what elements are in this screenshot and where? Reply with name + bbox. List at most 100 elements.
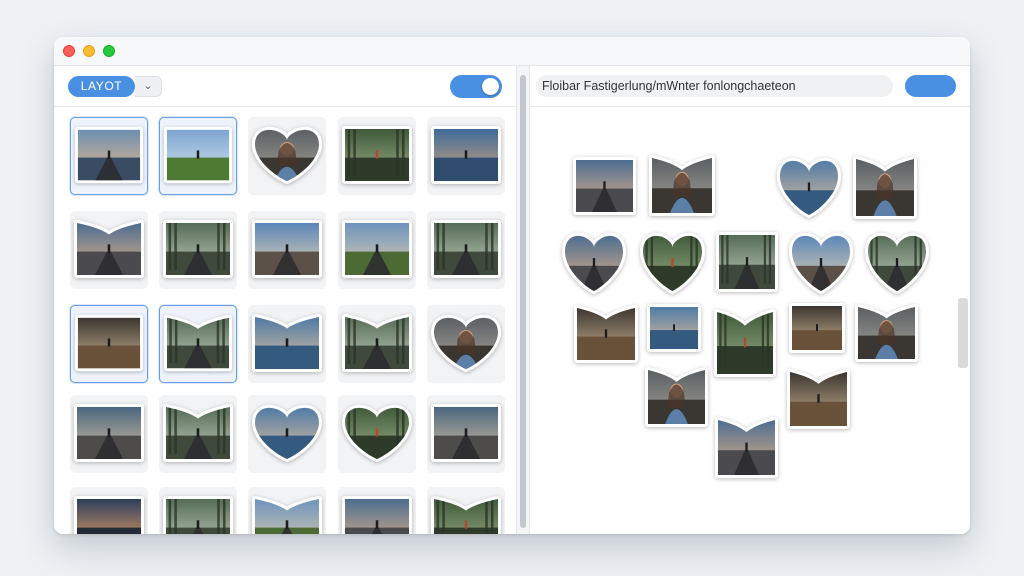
app-window: LAYOT ⌄ Floibar Fastigerlung/mWnter fonl…	[54, 37, 970, 534]
thumbnail-photo[interactable]	[74, 220, 144, 278]
photo-thumbnail[interactable]	[70, 305, 148, 383]
thumbnail-photo[interactable]	[74, 126, 144, 184]
path-field[interactable]: Floibar Fastigerlung/mWnter fonlongchaet…	[536, 75, 893, 97]
collage-tile[interactable]	[716, 232, 778, 292]
collage-tile[interactable]	[649, 155, 715, 216]
photo-thumbnail[interactable]	[338, 305, 416, 383]
minimize-window-button[interactable]	[83, 45, 95, 57]
thumbnail-image	[74, 220, 144, 278]
layout-button[interactable]: LAYOT	[68, 76, 135, 97]
collage-tile[interactable]	[853, 156, 917, 219]
thumbnail-photo[interactable]	[252, 220, 322, 278]
photo-thumbnail[interactable]	[338, 117, 416, 195]
photo-thumbnail[interactable]	[70, 117, 148, 195]
photo-thumbnail[interactable]	[159, 211, 237, 289]
thumbnail-image	[163, 220, 233, 278]
collage-tile[interactable]	[789, 232, 853, 294]
thumbnail-image	[342, 314, 412, 372]
thumbnail-photo[interactable]	[431, 314, 501, 372]
photo-thumbnail[interactable]	[159, 395, 237, 473]
thumbnail-image	[252, 126, 322, 184]
thumbnail-photo[interactable]	[252, 404, 322, 462]
thumbnail-photo[interactable]	[163, 126, 233, 184]
photo-thumbnail[interactable]	[427, 117, 505, 195]
thumbnail-photo[interactable]	[74, 314, 144, 372]
thumbnail-photo[interactable]	[342, 314, 412, 372]
thumbnail-image	[74, 404, 144, 462]
photo-thumbnail[interactable]	[159, 117, 237, 195]
thumbnail-image	[342, 126, 412, 184]
collage-tile[interactable]	[715, 417, 778, 478]
thumbnail-image	[342, 404, 412, 462]
thumbnail-photo[interactable]	[342, 496, 412, 534]
apply-button[interactable]	[905, 75, 956, 97]
thumbnail-photo[interactable]	[163, 404, 233, 462]
thumbnail-image	[252, 404, 322, 462]
collage-tile[interactable]	[789, 303, 845, 353]
thumbnail-photo[interactable]	[252, 314, 322, 372]
thumbnail-image	[431, 404, 501, 462]
thumbnail-photo[interactable]	[74, 404, 144, 462]
collage-preview-pane: Floibar Fastigerlung/mWnter fonlongchaet…	[530, 66, 970, 534]
photo-thumbnail[interactable]	[248, 395, 326, 473]
collage-tile[interactable]	[573, 157, 636, 215]
photo-thumbnail[interactable]	[248, 305, 326, 383]
close-window-button[interactable]	[63, 45, 75, 57]
thumbnail-image	[431, 496, 501, 534]
thumbnail-image	[163, 496, 233, 534]
thumbnail-photo[interactable]	[431, 126, 501, 184]
thumbnail-photo[interactable]	[342, 126, 412, 184]
photo-library-pane: LAYOT ⌄	[54, 66, 516, 534]
preview-toolbar: Floibar Fastigerlung/mWnter fonlongchaet…	[530, 66, 970, 107]
photo-thumbnail[interactable]	[159, 305, 237, 383]
photo-thumbnail[interactable]	[427, 211, 505, 289]
thumbnail-photo[interactable]	[431, 220, 501, 278]
thumbnail-photo[interactable]	[431, 404, 501, 462]
photo-thumbnail[interactable]	[427, 487, 505, 534]
collage-tile[interactable]	[562, 232, 626, 294]
photo-grid	[54, 107, 516, 534]
photo-thumbnail[interactable]	[338, 487, 416, 534]
collage-tile[interactable]	[777, 157, 841, 218]
thumbnail-photo[interactable]	[252, 126, 322, 184]
thumbnail-photo[interactable]	[252, 496, 322, 534]
zoom-window-button[interactable]	[103, 45, 115, 57]
thumbnail-image	[163, 404, 233, 462]
photo-thumbnail[interactable]	[248, 487, 326, 534]
resize-handle[interactable]	[958, 298, 968, 368]
thumbnail-photo[interactable]	[342, 404, 412, 462]
photo-thumbnail[interactable]	[159, 487, 237, 534]
thumbnail-photo[interactable]	[163, 314, 233, 372]
thumbnail-image	[74, 314, 144, 372]
photo-thumbnail[interactable]	[70, 487, 148, 534]
thumbnail-photo[interactable]	[431, 496, 501, 534]
thumbnail-image	[342, 496, 412, 534]
collage-tile[interactable]	[640, 232, 705, 294]
collage-tile[interactable]	[787, 369, 850, 429]
collage-tile[interactable]	[865, 232, 929, 294]
layout-toggle-switch[interactable]	[450, 75, 502, 98]
thumbnail-photo[interactable]	[163, 496, 233, 534]
photo-thumbnail[interactable]	[70, 211, 148, 289]
chevron-down-icon[interactable]: ⌄	[135, 76, 162, 97]
photo-thumbnail[interactable]	[427, 395, 505, 473]
collage-tile[interactable]	[574, 305, 638, 363]
collage-tile[interactable]	[855, 304, 918, 362]
photo-thumbnail[interactable]	[427, 305, 505, 383]
photo-thumbnail[interactable]	[248, 117, 326, 195]
photo-thumbnail[interactable]	[338, 395, 416, 473]
collage-tile[interactable]	[645, 367, 708, 427]
thumbnail-photo[interactable]	[163, 220, 233, 278]
collage-tile[interactable]	[647, 304, 701, 352]
thumbnail-image	[431, 314, 501, 372]
thumbnail-photo[interactable]	[342, 220, 412, 278]
thumbnail-image	[74, 496, 144, 534]
collage-tile[interactable]	[714, 309, 776, 377]
photo-thumbnail[interactable]	[70, 395, 148, 473]
photo-thumbnail[interactable]	[248, 211, 326, 289]
photo-thumbnail[interactable]	[338, 211, 416, 289]
scrollbar-thumb[interactable]	[520, 75, 526, 528]
thumbnail-photo[interactable]	[74, 496, 144, 534]
heart-collage-canvas	[530, 107, 970, 534]
thumbnail-image	[163, 314, 233, 372]
